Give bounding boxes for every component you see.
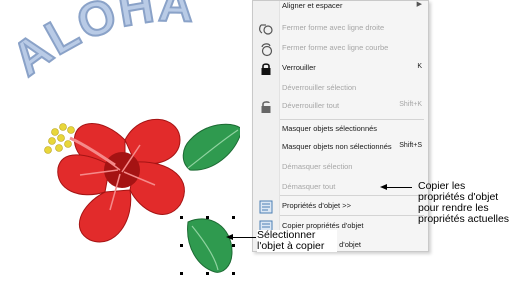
menu-item-shortcut: Shift+K [399,101,422,108]
unlock-icon [261,101,271,113]
menu-item-unlock-selection[interactable]: Déverrouiller sélection [253,79,428,99]
aloha-text: ALOHA [18,0,195,80]
lock-icon [261,63,271,75]
callout-line-select [232,237,256,238]
menu-item-lock[interactable]: Verrouiller K [253,59,428,79]
menu-item-close-straight[interactable]: Fermer forme avec ligne droite [253,19,428,39]
menu-item-hide-selected[interactable]: Masquer objets sélectionnés [253,120,428,140]
callout-line-text: l'objet à copier [257,240,325,252]
close-curve-icon [261,43,273,57]
menu-item-label: Masquer objets non sélectionnés [282,142,392,151]
menu-separator [280,215,424,216]
menu-item-label: Déverrouiller tout [282,101,340,110]
menu-item-label: Déverrouiller sélection [282,83,357,92]
menu-item-label: Masquer objets sélectionnés [282,124,378,133]
menu-item-label: Fermer forme avec ligne courbe [282,43,389,52]
callout-line-copy [386,187,412,188]
callout-arrow-icon [226,234,233,240]
menu-item-show-selection[interactable]: Démasquer sélection [253,158,428,178]
menu-separator [280,195,424,196]
leaf-top [182,123,240,171]
svg-text:ALOHA: ALOHA [18,0,196,80]
context-menu: Aligner et espacer ▶ Fermer forme avec l… [252,0,429,252]
menu-item-shortcut: K [417,63,422,70]
menu-item-label: Verrouiller [282,63,316,72]
menu-item-label: Aligner et espacer [282,1,343,10]
menu-item-object-properties[interactable]: Propriétés d'objet >> [253,197,428,217]
menu-item-unlock-all[interactable]: Déverrouiller tout Shift+K [253,97,428,117]
properties-icon [259,200,273,214]
menu-item-label: Fermer forme avec ligne droite [282,23,385,32]
menu-item-shortcut: Shift+S [399,142,422,149]
menu-item-label: Démasquer sélection [282,162,353,171]
menu-item-hide-unselected[interactable]: Masquer objets non sélectionnés Shift+S [253,138,428,158]
callout-select-object: Sélectionner l'objet à copier [257,230,337,252]
callout-copy-properties: Copier les propriétés d'objet pour rendr… [418,181,516,225]
submenu-arrow-icon: ▶ [416,1,422,8]
aloha-lettering: ALOHA [18,0,196,80]
menu-item-label: Propriétés d'objet >> [282,201,351,210]
flower-petals [57,118,185,243]
menu-item-label: Démasquer tout [282,182,336,191]
close-straight-icon [259,24,273,35]
menu-item-close-curve[interactable]: Fermer forme avec ligne courbe [253,39,428,59]
menu-item-align-space[interactable]: Aligner et espacer ▶ [253,0,428,17]
callout-line-text: propriétés actuelles [418,213,510,225]
leaf-selected[interactable] [180,212,240,277]
callout-arrow-icon [380,184,387,190]
